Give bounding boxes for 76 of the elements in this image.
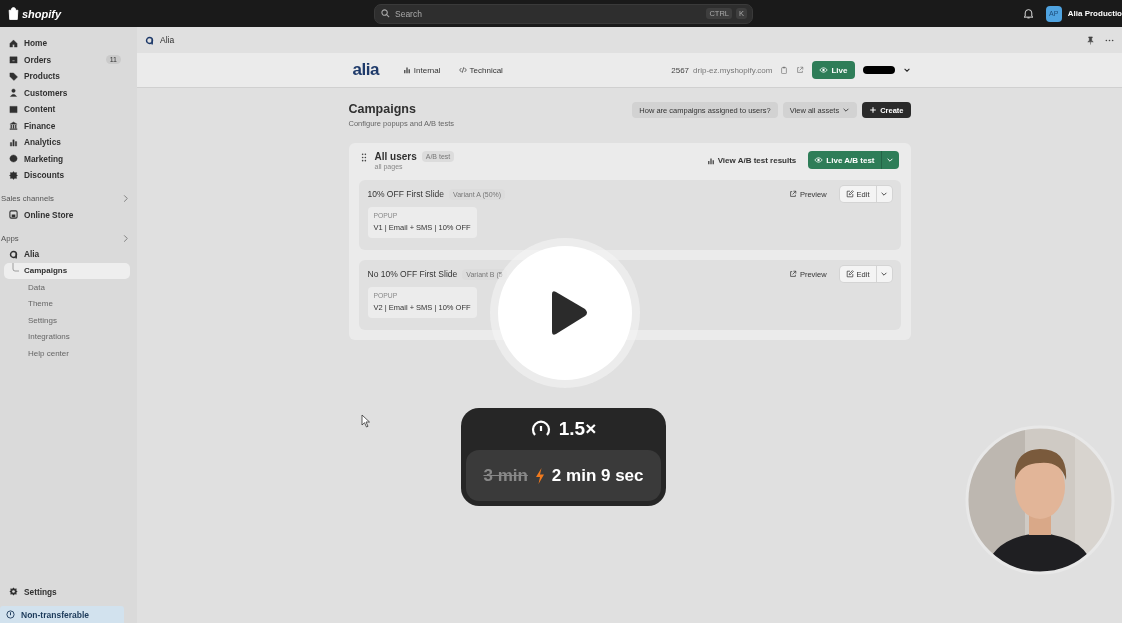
external-link-icon [788,190,797,198]
edit-icon [845,190,854,198]
chevron-down-icon [880,270,888,278]
sidebar-subitem[interactable]: Campaigns [4,262,130,279]
live-ab-test-button[interactable]: Live A/B test [808,151,881,169]
person-icon [9,88,18,98]
settings-icon [9,587,18,597]
inbox-icon [9,55,18,65]
sidebar-item[interactable]: Settings [0,583,130,600]
app-title: Alia [160,35,175,45]
alia-logo: alia [352,60,379,80]
app-logo-icon [145,35,154,45]
sidebar-subitem[interactable]: Help center [4,345,130,362]
info-icon [6,610,15,619]
chevron-right-icon[interactable] [121,233,130,243]
sidebar-item[interactable]: Discounts [0,167,130,184]
tag-icon [9,71,18,81]
sidebar-subitem[interactable]: Data [4,279,130,296]
bar-chart-icon [9,137,18,147]
shopify-logo: shopify [22,7,62,20]
sidebar-subitem[interactable]: Theme [4,295,130,312]
chevron-down-icon [886,156,894,164]
pin-icon[interactable] [1086,35,1095,45]
nav-link[interactable]: Internal [402,65,441,75]
sidebar-item[interactable]: Alia [0,246,130,263]
edit-icon [845,270,854,278]
new-duration: 2 min 9 sec [551,465,644,486]
sidebar-subitem[interactable]: Integrations [4,328,130,345]
sidebar-item[interactable]: Finance [0,117,130,134]
sidebar-subitem[interactable]: Settings [4,312,130,329]
variant-name: 10% OFF First Slide [367,189,445,199]
plan-notice[interactable]: Non-transferable [0,606,124,623]
chevron-right-icon[interactable] [121,194,130,203]
code-icon [458,66,467,74]
lightning-icon [534,467,545,484]
external-link-icon [788,270,797,278]
page-title: Campaigns [348,102,417,116]
store-name[interactable]: Alia Productio [1067,9,1122,18]
nav-link[interactable]: Technical [458,65,503,75]
store-id: 2567 [671,65,690,75]
eye-icon [814,156,824,164]
clipboard-icon[interactable] [780,66,789,74]
sidebar-item[interactable]: Customers [0,84,130,101]
store-icon [9,210,18,220]
variant-name: No 10% OFF First Slide [367,269,458,279]
sidebar-item[interactable]: Online Store [0,206,130,223]
sidebar-item[interactable]: Home [0,35,130,52]
external-link-icon[interactable] [796,66,805,74]
plus-icon [869,106,878,114]
drag-handle-icon[interactable] [360,153,367,162]
results-link[interactable]: View A/B test results [706,156,797,165]
mouse-cursor-icon [361,414,371,428]
chevron-down-icon [842,106,851,114]
shopping-bag-icon [8,7,19,20]
sidebar-item[interactable]: Analytics [0,134,130,151]
group-title: All users [374,151,417,162]
eye-icon [819,66,829,74]
sidebar-item[interactable]: Marketing [0,150,130,167]
original-duration: 3 min [483,465,528,486]
redaction-mark [862,66,895,74]
chevron-down-icon [880,190,888,198]
bar-chart-icon [706,156,715,165]
speed-label: 1.5× [558,418,597,440]
badge-icon [9,170,18,180]
bell-icon[interactable] [1022,8,1034,19]
search-icon [381,8,390,18]
live-button[interactable]: Live [812,61,855,79]
bank-icon [9,121,18,131]
sidebar-item[interactable]: Products [0,68,130,85]
tree-connector [12,262,20,273]
bar-chart-icon [402,66,411,74]
sidebar-item[interactable]: Content [0,101,130,118]
home-icon [9,38,18,48]
store-domain: drip-ez.myshopify.com [693,65,773,75]
app-logo-icon [9,249,18,259]
chevron-down-icon[interactable] [902,66,911,74]
